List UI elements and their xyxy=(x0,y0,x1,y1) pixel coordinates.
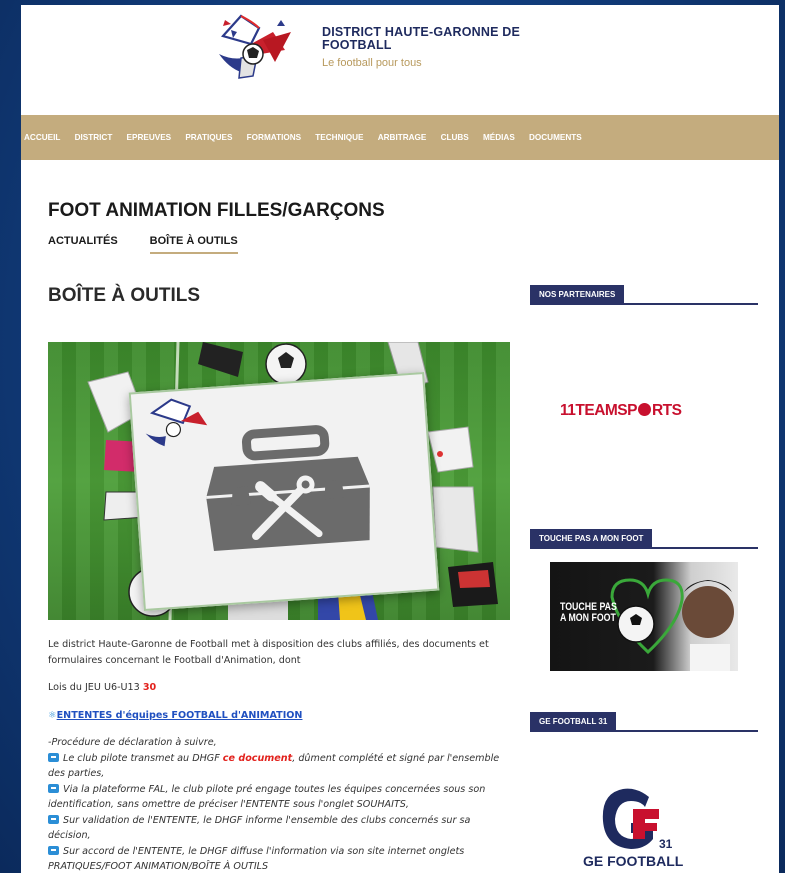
step-1: Le club pilote transmet au DHGF ce docum… xyxy=(48,751,508,782)
section-title: FOOT ANIMATION FILLES/GARÇONS xyxy=(48,200,385,221)
tab-boite-a-outils[interactable]: BOÎTE À OUTILS xyxy=(149,235,238,254)
nav-item-clubs[interactable]: CLUBS xyxy=(441,133,469,142)
partners-heading: NOS PARTENAIRES xyxy=(530,282,758,305)
page-title: BOÎTE À OUTILS xyxy=(48,285,200,306)
ge-football-logo[interactable]: 31 GE FOOTBALL xyxy=(581,785,691,873)
article-body: Le district Haute-Garonne de Football me… xyxy=(48,637,508,873)
ge-football-heading-label: GE FOOTBALL 31 xyxy=(530,712,617,730)
lois-text[interactable]: Lois du JEU U6-U13 xyxy=(48,682,143,693)
ge-number: 31 xyxy=(659,837,673,851)
step-1-a: Le club pilote transmet au DHGF xyxy=(63,752,223,764)
partners-heading-label: NOS PARTENAIRES xyxy=(530,285,625,303)
ententes-link[interactable]: ENTENTES d'équipes FOOTBALL d'ANIMATION xyxy=(57,710,303,721)
arrow-bullet-icon xyxy=(48,845,59,855)
step-4: Sur accord de l'ENTENTE, le DHGF diffuse… xyxy=(48,844,508,873)
nav-item-pratiques[interactable]: PRATIQUES xyxy=(185,133,232,142)
nav-item-epreuves[interactable]: EPREUVES xyxy=(127,133,172,142)
ententes-paragraph: ⚛ENTENTES d'équipes FOOTBALL d'ANIMATION xyxy=(48,708,508,724)
site-title[interactable]: DISTRICT HAUTE-GARONNE DE FOOTBALL xyxy=(322,26,582,52)
hero-image xyxy=(48,342,510,620)
toolbox-icon xyxy=(145,398,370,552)
nav-item-medias[interactable]: MÉDIAS xyxy=(483,133,515,142)
nav-item-arbitrage[interactable]: ARBITRAGE xyxy=(378,133,427,142)
district-logo[interactable] xyxy=(211,10,297,88)
ge-football-heading: GE FOOTBALL 31 xyxy=(530,709,758,732)
site-title-line2: FOOTBALL xyxy=(322,38,392,52)
lois-badge: 30 xyxy=(142,682,157,693)
arrow-bullet-icon xyxy=(48,814,59,824)
site-tagline: Le football pour tous xyxy=(322,57,422,69)
main-nav: ACCUEIL DISTRICT EPREUVES PRATIQUES FORM… xyxy=(21,115,779,160)
section-tabs: ACTUALITÉS BOÎTE À OUTILS xyxy=(48,235,270,254)
step-2-b: identification, sans omettre de préciser… xyxy=(48,799,409,810)
partner-name-b: RTS xyxy=(651,402,682,419)
toolbox-card xyxy=(128,371,440,612)
tab-actualites[interactable]: ACTUALITÉS xyxy=(48,235,118,254)
step-3-b: décision, xyxy=(48,830,91,841)
tpmf-line-2: A MON FOOT xyxy=(560,612,616,624)
tpmf-heading-label: TOUCHE PAS A MON FOOT xyxy=(530,529,653,547)
nav-item-documents[interactable]: DOCUMENTS xyxy=(529,133,582,142)
tpmf-heading: TOUCHE PAS A MON FOOT xyxy=(530,526,758,549)
intro-line-1: Le district Haute-Garonne de Football me… xyxy=(48,639,489,650)
document-link[interactable]: ce document xyxy=(223,753,292,764)
partner-ball-icon xyxy=(637,403,651,416)
ge-text: GE FOOTBALL xyxy=(583,853,684,869)
procedure-text: -Procédure de déclaration à suivre, xyxy=(48,737,217,748)
intro-text: Le district Haute-Garonne de Football me… xyxy=(48,637,508,668)
step-3: Sur validation de l'ENTENTE, le DHGF inf… xyxy=(48,813,508,844)
nav-item-accueil[interactable]: ACCUEIL xyxy=(24,133,60,142)
step-2: Via la plateforme FAL, le club pilote pr… xyxy=(48,782,508,813)
nav-item-district[interactable]: DISTRICT xyxy=(75,133,113,142)
arrow-bullet-icon xyxy=(48,752,59,762)
site-header: DISTRICT HAUTE-GARONNE DE FOOTBALL Le fo… xyxy=(21,5,779,115)
page-container: DISTRICT HAUTE-GARONNE DE FOOTBALL Le fo… xyxy=(21,5,779,873)
intro-line-2: formulaires concernant le Football d'Ani… xyxy=(48,654,301,666)
partner-logo-11teamsports[interactable]: 11TEAMSP RTS xyxy=(560,402,682,420)
step-1-b: , dûment complété et signé par l'ensembl… xyxy=(292,752,500,764)
tpmf-banner[interactable]: TOUCHE PAS A MON FOOT xyxy=(550,562,738,671)
nav-item-formations[interactable]: FORMATIONS xyxy=(247,133,301,142)
step-4-a: Sur accord de l'ENTENTE, le DHGF diffuse… xyxy=(63,845,465,857)
nav-item-technique[interactable]: TECHNIQUE xyxy=(315,133,363,142)
partner-name-a: 11TEAMSP xyxy=(560,402,637,419)
step-3-a: Sur validation de l'ENTENTE, le DHGF inf… xyxy=(63,814,471,826)
step-4-b: PRATIQUES/FOOT ANIMATION/BOÎTE À OUTILS xyxy=(48,861,269,872)
tpmf-text: TOUCHE PAS A MON FOOT xyxy=(560,602,617,624)
ententes-icon: ⚛ xyxy=(48,709,57,721)
step-2-a: Via la plateforme FAL, le club pilote pr… xyxy=(63,783,486,795)
lois-paragraph: Lois du JEU U6-U13 30 xyxy=(48,680,508,696)
arrow-bullet-icon xyxy=(48,783,59,793)
step-1-c: des parties, xyxy=(48,768,105,779)
